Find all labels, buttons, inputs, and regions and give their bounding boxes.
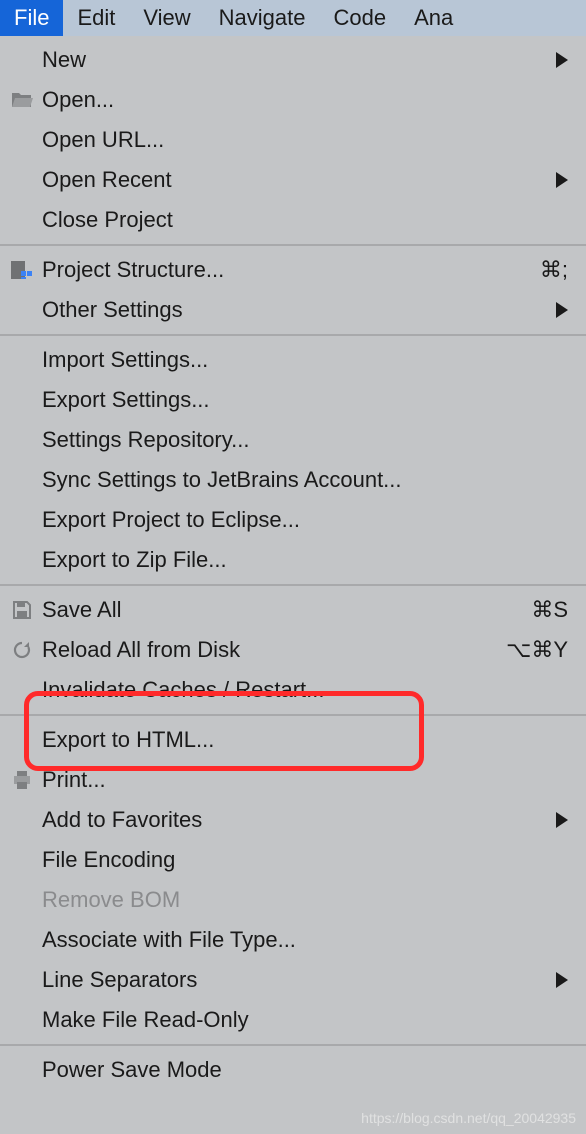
menu-label: Line Separators — [42, 967, 548, 993]
menu-item-invalidate-caches[interactable]: Invalidate Caches / Restart... — [0, 670, 586, 710]
menu-section: Import Settings... Export Settings... Se… — [0, 336, 586, 586]
menubar-label: Code — [334, 5, 387, 31]
menubar-label: Ana — [414, 5, 453, 31]
submenu-arrow-icon — [556, 812, 568, 828]
menu-label: Close Project — [42, 207, 568, 233]
menu-item-open-recent[interactable]: Open Recent — [0, 160, 586, 200]
menubar-label: Edit — [77, 5, 115, 31]
submenu-arrow-icon — [556, 52, 568, 68]
menu-item-power-save[interactable]: Power Save Mode — [0, 1050, 586, 1090]
menu-label: Save All — [42, 597, 523, 623]
menubar-item-analyze[interactable]: Ana — [400, 0, 467, 36]
project-structure-icon — [10, 258, 34, 282]
menu-item-other-settings[interactable]: Other Settings — [0, 290, 586, 330]
menubar-label: Navigate — [219, 5, 306, 31]
menu-item-settings-repository[interactable]: Settings Repository... — [0, 420, 586, 460]
folder-open-icon — [10, 88, 34, 112]
menu-item-new[interactable]: New — [0, 40, 586, 80]
menu-label: Print... — [42, 767, 568, 793]
menu-shortcut: ⌥⌘Y — [506, 637, 568, 663]
menu-shortcut: ⌘S — [531, 597, 568, 623]
menu-label: New — [42, 47, 548, 73]
menu-label: Settings Repository... — [42, 427, 568, 453]
menu-item-save-all[interactable]: Save All ⌘S — [0, 590, 586, 630]
menu-label: Power Save Mode — [42, 1057, 568, 1083]
menu-item-export-settings[interactable]: Export Settings... — [0, 380, 586, 420]
menu-label: Open URL... — [42, 127, 568, 153]
menu-item-print[interactable]: Print... — [0, 760, 586, 800]
menubar-item-file[interactable]: File — [0, 0, 63, 36]
menu-item-open-url[interactable]: Open URL... — [0, 120, 586, 160]
menu-shortcut: ⌘; — [540, 257, 568, 283]
menu-item-line-separators[interactable]: Line Separators — [0, 960, 586, 1000]
menu-label: Reload All from Disk — [42, 637, 498, 663]
menu-label: Remove BOM — [42, 887, 568, 913]
menu-label: Add to Favorites — [42, 807, 548, 833]
menubar-item-code[interactable]: Code — [320, 0, 401, 36]
menu-label: Associate with File Type... — [42, 927, 568, 953]
menubar-label: File — [14, 5, 49, 31]
menu-item-open[interactable]: Open... — [0, 80, 586, 120]
menu-item-close-project[interactable]: Close Project — [0, 200, 586, 240]
menu-item-remove-bom: Remove BOM — [0, 880, 586, 920]
menu-section: Power Save Mode — [0, 1046, 586, 1094]
menu-item-export-eclipse[interactable]: Export Project to Eclipse... — [0, 500, 586, 540]
menu-item-add-favorites[interactable]: Add to Favorites — [0, 800, 586, 840]
menubar-label: View — [143, 5, 190, 31]
reload-icon — [10, 638, 34, 662]
print-icon — [10, 768, 34, 792]
menubar-item-view[interactable]: View — [129, 0, 204, 36]
menubar-item-navigate[interactable]: Navigate — [205, 0, 320, 36]
menu-item-project-structure[interactable]: Project Structure... ⌘; — [0, 250, 586, 290]
menu-item-import-settings[interactable]: Import Settings... — [0, 340, 586, 380]
menu-item-make-readonly[interactable]: Make File Read-Only — [0, 1000, 586, 1040]
watermark-text: https://blog.csdn.net/qq_20042935 — [361, 1110, 576, 1126]
file-dropdown-menu: New Open... Open URL... Open Recent Clos… — [0, 36, 586, 1094]
menu-item-export-zip[interactable]: Export to Zip File... — [0, 540, 586, 580]
menu-label: Export to HTML... — [42, 727, 568, 753]
menu-label: Make File Read-Only — [42, 1007, 568, 1033]
menu-section: New Open... Open URL... Open Recent Clos… — [0, 36, 586, 246]
menu-item-associate-filetype[interactable]: Associate with File Type... — [0, 920, 586, 960]
menu-label: File Encoding — [42, 847, 568, 873]
menubar-item-edit[interactable]: Edit — [63, 0, 129, 36]
save-icon — [10, 598, 34, 622]
menubar: File Edit View Navigate Code Ana — [0, 0, 586, 36]
menu-section: Save All ⌘S Reload All from Disk ⌥⌘Y Inv… — [0, 586, 586, 716]
menu-item-sync-settings[interactable]: Sync Settings to JetBrains Account... — [0, 460, 586, 500]
menu-label: Export Settings... — [42, 387, 568, 413]
submenu-arrow-icon — [556, 172, 568, 188]
menu-label: Open Recent — [42, 167, 548, 193]
menu-label: Open... — [42, 87, 568, 113]
menu-item-reload-all[interactable]: Reload All from Disk ⌥⌘Y — [0, 630, 586, 670]
menu-item-file-encoding[interactable]: File Encoding — [0, 840, 586, 880]
menu-section: Export to HTML... Print... Add to Favori… — [0, 716, 586, 1046]
menu-label: Export to Zip File... — [42, 547, 568, 573]
menu-label: Import Settings... — [42, 347, 568, 373]
submenu-arrow-icon — [556, 972, 568, 988]
menu-label: Project Structure... — [42, 257, 532, 283]
menu-label: Other Settings — [42, 297, 548, 323]
menu-section: Project Structure... ⌘; Other Settings — [0, 246, 586, 336]
menu-label: Sync Settings to JetBrains Account... — [42, 467, 568, 493]
menu-label: Export Project to Eclipse... — [42, 507, 568, 533]
menu-label: Invalidate Caches / Restart... — [42, 677, 568, 703]
menu-item-export-html[interactable]: Export to HTML... — [0, 720, 586, 760]
submenu-arrow-icon — [556, 302, 568, 318]
